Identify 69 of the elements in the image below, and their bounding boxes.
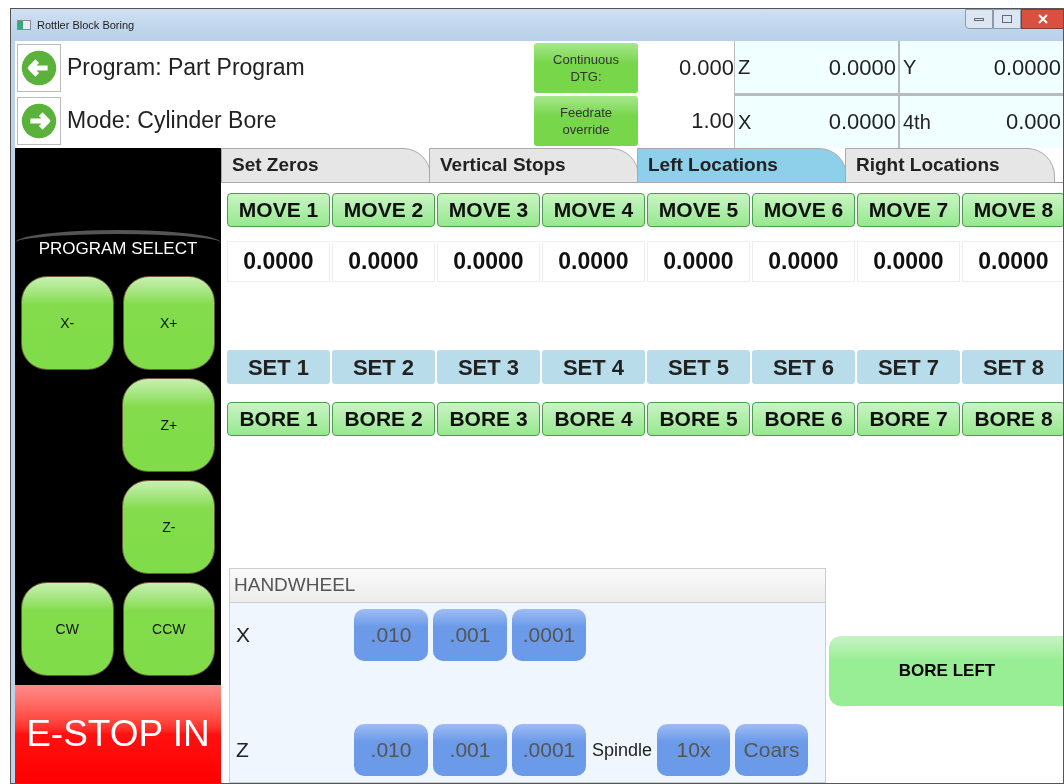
close-button[interactable] <box>1021 9 1063 29</box>
set-button[interactable]: SET 3 <box>437 350 540 384</box>
move-button[interactable]: MOVE 6 <box>752 193 855 227</box>
axis-readout: X 0.0000 <box>735 95 898 148</box>
axis-label: X <box>236 622 251 649</box>
arrow-button[interactable] <box>17 43 61 92</box>
window-title: Rottler Block Boring <box>37 17 135 33</box>
set-button[interactable]: SET 7 <box>857 350 960 384</box>
bore-left-button[interactable]: BORE LEFT <box>829 636 1063 706</box>
header-label: Program: Part Program <box>67 53 305 83</box>
tab[interactable]: Left Locations <box>637 148 847 183</box>
bore-button[interactable]: BORE 8 <box>962 402 1063 436</box>
jog-button[interactable]: X- <box>21 276 114 370</box>
arrow-button[interactable] <box>17 96 61 145</box>
set-button[interactable]: SET 8 <box>962 350 1063 384</box>
panel-title: HANDWHEEL <box>230 569 825 603</box>
bore-button[interactable]: BORE 3 <box>437 402 540 436</box>
arrow-right-icon <box>20 101 58 140</box>
bore-button[interactable]: BORE 4 <box>542 402 645 436</box>
location-value: 0.0000 <box>647 241 750 282</box>
location-value: 0.0000 <box>857 241 960 282</box>
tab[interactable]: Vertical Stops <box>429 148 639 183</box>
readout-label[interactable]: Feedrate override <box>534 95 638 146</box>
panel-title: PROGRAM SELECT <box>15 230 221 256</box>
location-value: 0.0000 <box>227 241 330 282</box>
bore-button[interactable]: BORE 2 <box>332 402 435 436</box>
move-button[interactable]: MOVE 3 <box>437 193 540 227</box>
set-button[interactable]: SET 6 <box>752 350 855 384</box>
bore-button[interactable]: BORE 5 <box>647 402 750 436</box>
location-value: 0.0000 <box>332 241 435 282</box>
axis-readout: Z 0.0000 <box>735 41 898 93</box>
jog-button[interactable]: CW <box>21 582 114 676</box>
axis-readout: Y 0.0000 <box>900 41 1063 93</box>
readout-value: 0.000 <box>677 54 734 82</box>
axis-label: Z <box>236 737 250 764</box>
bore-button[interactable]: BORE 1 <box>227 402 330 436</box>
tab[interactable]: Right Locations <box>845 148 1055 183</box>
move-button[interactable]: MOVE 5 <box>647 193 750 227</box>
spindle-label: Spindle <box>592 738 653 762</box>
e-stop-button[interactable]: E-STOP IN <box>15 685 221 783</box>
location-value: 0.0000 <box>752 241 855 282</box>
maximize-button[interactable] <box>993 9 1021 29</box>
app-icon <box>17 20 31 30</box>
location-value: 0.0000 <box>542 241 645 282</box>
jog-button[interactable]: Z+ <box>122 378 215 472</box>
move-button[interactable]: MOVE 4 <box>542 193 645 227</box>
readout-value: 1.00 <box>690 107 734 135</box>
location-value: 0.0000 <box>962 241 1063 282</box>
bore-button[interactable]: BORE 6 <box>752 402 855 436</box>
set-button[interactable]: SET 5 <box>647 350 750 384</box>
axis-readout: 4th 0.000 <box>900 95 1063 148</box>
move-button[interactable]: MOVE 8 <box>962 193 1063 227</box>
jog-button[interactable]: CCW <box>122 582 215 676</box>
move-button[interactable]: MOVE 2 <box>332 193 435 227</box>
bore-button[interactable]: BORE 7 <box>857 402 960 436</box>
set-button[interactable]: SET 4 <box>542 350 645 384</box>
location-value: 0.0000 <box>437 241 540 282</box>
move-button[interactable]: MOVE 7 <box>857 193 960 227</box>
tab[interactable]: Set Zeros <box>221 148 431 183</box>
header-label: Mode: Cylinder Bore <box>67 106 277 136</box>
readout-label[interactable]: Continuous DTG: <box>534 42 638 93</box>
minimize-button[interactable] <box>965 9 993 29</box>
arrow-left-icon <box>20 48 58 87</box>
move-button[interactable]: MOVE 1 <box>227 193 330 227</box>
jog-button[interactable]: X+ <box>122 276 215 370</box>
close-icon <box>1038 14 1048 24</box>
set-button[interactable]: SET 1 <box>227 350 330 384</box>
set-button[interactable]: SET 2 <box>332 350 435 384</box>
jog-button[interactable]: Z- <box>122 480 215 574</box>
